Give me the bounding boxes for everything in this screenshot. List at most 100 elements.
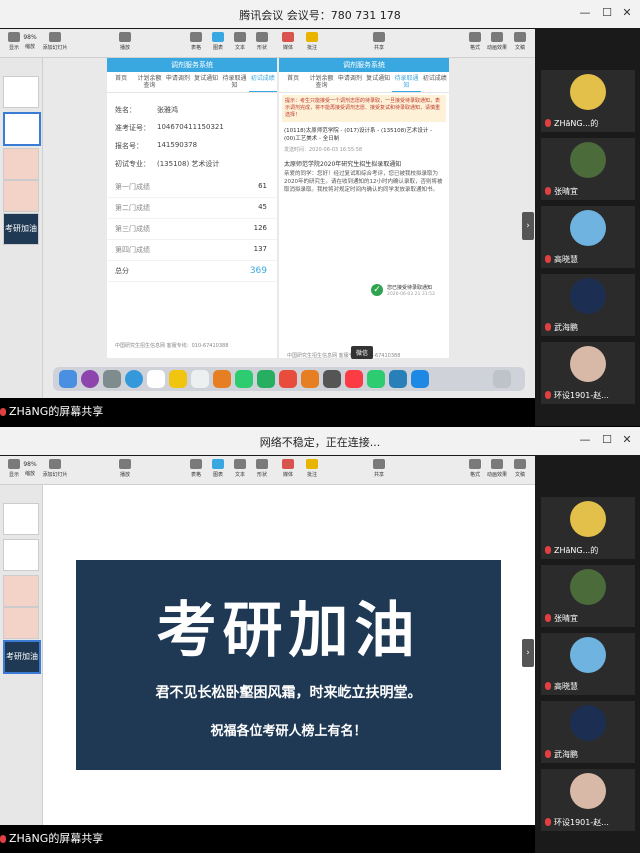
slide-thumb-5[interactable]: 考研加油 [3, 640, 41, 674]
shape-icon [256, 32, 268, 42]
zoom-button[interactable]: 98% 缩放 [18, 32, 42, 50]
comment-icon [306, 32, 318, 42]
pages-icon[interactable] [279, 370, 297, 388]
facetime-icon[interactable] [235, 370, 253, 388]
play-button[interactable]: 播放 [113, 459, 137, 478]
keynote-icon[interactable] [389, 370, 407, 388]
launchpad-icon[interactable] [103, 370, 121, 388]
document-button[interactable]: 文稿 [508, 32, 532, 51]
safari-icon[interactable] [125, 370, 143, 388]
slide-thumb-3[interactable] [3, 575, 39, 607]
animate-button[interactable]: 动画效果 [485, 32, 509, 51]
text-button[interactable]: 文本 [228, 32, 252, 51]
play-icon [119, 32, 131, 42]
slide-thumb-1[interactable] [3, 76, 39, 108]
participant-tile[interactable]: 武海鹏 [541, 274, 635, 336]
tab-score[interactable]: 初试成绩 [248, 72, 277, 92]
tab-admit[interactable]: 待录取通知 [220, 72, 248, 92]
collapse-sidebar-button[interactable]: › [522, 212, 534, 240]
meeting-title: 腾讯会议 会议号：780 731 178 [239, 9, 401, 22]
tab-plan[interactable]: 计划余额查询 [307, 72, 335, 92]
tab-plan[interactable]: 计划余额查询 [135, 72, 163, 92]
photos-icon[interactable] [213, 370, 231, 388]
participant-tile[interactable]: ZHāNG...的 [541, 70, 635, 132]
play-icon [119, 459, 131, 469]
tab-home[interactable]: 首页 [107, 72, 135, 92]
collapse-sidebar-button[interactable]: › [522, 639, 534, 667]
animate-button[interactable]: 动画效果 [485, 459, 509, 478]
add-slide-button[interactable]: 添加幻灯片 [40, 32, 70, 51]
slide-thumb-4[interactable] [3, 607, 39, 639]
document-icon [514, 32, 526, 42]
media-button[interactable]: 媒体 [276, 459, 300, 478]
chart-icon [212, 32, 224, 42]
media-button[interactable]: 媒体 [276, 32, 300, 51]
shape-button[interactable]: 形状 [250, 459, 274, 478]
calendar-icon[interactable] [147, 370, 165, 388]
slide-thumb-5[interactable]: 考研加油 [3, 213, 39, 245]
admission-footer: 中国研究生招生信息网 客服专线：010-67410388 [287, 353, 401, 359]
minimize-button[interactable]: — [578, 433, 592, 446]
minimize-button[interactable]: — [578, 6, 592, 19]
tencent-meeting-icon[interactable] [411, 370, 429, 388]
participant-tile[interactable]: 张晴宜 [541, 565, 635, 627]
mic-icon [545, 323, 551, 331]
participant-tile[interactable]: 武海鹏 [541, 701, 635, 763]
close-button[interactable]: ✕ [620, 6, 634, 19]
document-button[interactable]: 文稿 [508, 459, 532, 478]
total-row: 总分 369 [107, 261, 277, 282]
participant-tile[interactable]: 张晴宜 [541, 138, 635, 200]
settings-icon[interactable] [323, 370, 341, 388]
tab-retest[interactable]: 复试通知 [364, 72, 392, 92]
close-button[interactable]: ✕ [620, 433, 634, 446]
keynote-toolbar: 显示 98% 缩放 添加幻灯片 播放 表格 图表 文本 形状 媒体 批注 共享 格… [0, 456, 535, 485]
tab-retest[interactable]: 复试通知 [192, 72, 220, 92]
music-icon[interactable] [345, 370, 363, 388]
maximize-button[interactable]: ☐ [600, 6, 614, 19]
trash-icon[interactable] [493, 370, 511, 388]
slide-content[interactable]: 考研加油 君不见长松卧壑困风霜，时来屹立扶明堂。 祝福各位考研人榜上有名！ [76, 560, 501, 770]
reminders-icon[interactable] [191, 370, 209, 388]
text-button[interactable]: 文本 [228, 459, 252, 478]
shape-button[interactable]: 形状 [250, 32, 274, 51]
slide-thumb-2[interactable] [3, 539, 39, 571]
chart-button[interactable]: 图表 [206, 32, 230, 51]
tab-home[interactable]: 首页 [279, 72, 307, 92]
maximize-button[interactable]: ☐ [600, 433, 614, 446]
siri-icon[interactable] [81, 370, 99, 388]
slide-thumb-2[interactable] [3, 112, 41, 146]
comment-button[interactable]: 批注 [300, 32, 324, 51]
slide-thumb-4[interactable] [3, 180, 39, 212]
score-page-header: 调剂服务系统 [107, 58, 277, 72]
tab-apply[interactable]: 申请调剂 [164, 72, 192, 92]
participant-tile[interactable]: 环设1901-赵... [541, 769, 635, 831]
slide-thumb-1[interactable] [3, 503, 39, 535]
finder-icon[interactable] [59, 370, 77, 388]
play-button[interactable]: 播放 [113, 32, 137, 51]
wechat-icon[interactable] [367, 370, 385, 388]
tab-score[interactable]: 初试成绩 [421, 72, 449, 92]
comment-button[interactable]: 批注 [300, 459, 324, 478]
score-tabs: 首页 计划余额查询 申请调剂 复试通知 待录取通知 初试成绩 [107, 72, 277, 93]
share-button[interactable]: 共享 [367, 459, 391, 478]
table-button[interactable]: 表格 [184, 32, 208, 51]
books-icon[interactable] [301, 370, 319, 388]
participant-tile[interactable]: 高晓慧 [541, 633, 635, 695]
chart-button[interactable]: 图表 [206, 459, 230, 478]
admit-item[interactable]: (10118)太原师范学院 - (017)设计系 - (135108)艺术设计 … [279, 124, 449, 146]
participant-tile[interactable]: 高晓慧 [541, 206, 635, 268]
format-button[interactable]: 格式 [463, 32, 487, 51]
share-button[interactable]: 共享 [367, 32, 391, 51]
zoom-button[interactable]: 98% 缩放 [18, 459, 42, 477]
participant-tile[interactable]: 环设1901-赵... [541, 342, 635, 404]
tab-apply[interactable]: 申请调剂 [336, 72, 364, 92]
numbers-icon[interactable] [257, 370, 275, 388]
slide-thumb-3[interactable] [3, 148, 39, 180]
add-slide-button[interactable]: 添加幻灯片 [40, 459, 70, 478]
tab-admit[interactable]: 待录取通知 [392, 72, 421, 92]
slide-headline: 考研加油 [156, 596, 421, 666]
table-button[interactable]: 表格 [184, 459, 208, 478]
notes-icon[interactable] [169, 370, 187, 388]
format-button[interactable]: 格式 [463, 459, 487, 478]
participant-tile[interactable]: ZHāNG...的 [541, 497, 635, 559]
